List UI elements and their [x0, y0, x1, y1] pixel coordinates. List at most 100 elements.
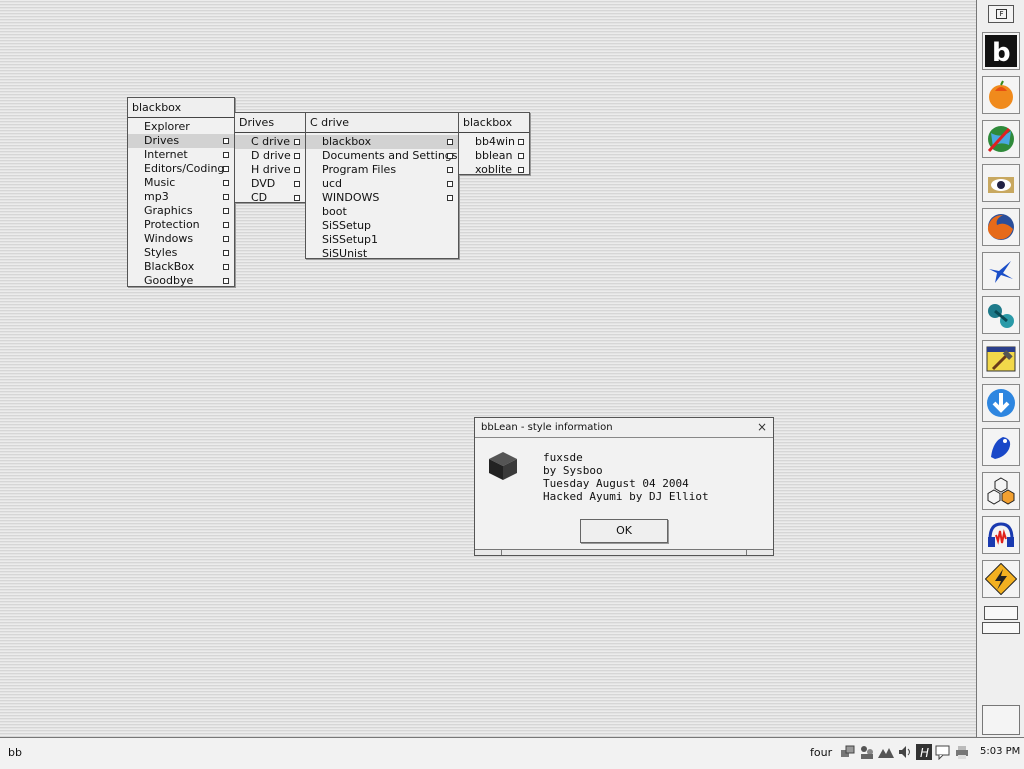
- menu-blackbox: blackbox Explorer Drives Internet Editor…: [127, 97, 235, 287]
- menu-item-graphics[interactable]: Graphics: [128, 204, 234, 218]
- menu-drives: Drives C drive D drive H drive DVD CD: [234, 112, 306, 205]
- submenu-indicator-icon: [294, 195, 300, 201]
- molecule-icon[interactable]: [982, 296, 1020, 334]
- menu-item-protection[interactable]: Protection: [128, 218, 234, 232]
- hammer-window-icon[interactable]: [982, 340, 1020, 378]
- menu-item-styles[interactable]: Styles: [128, 246, 234, 260]
- menu-item-sisunist[interactable]: SiSUnist: [306, 247, 458, 261]
- menu-item-bb4win[interactable]: bb4win: [459, 135, 529, 149]
- menu-item-cd[interactable]: CD: [235, 191, 305, 205]
- style-author: by Sysboo: [543, 464, 603, 477]
- printer-icon[interactable]: [954, 744, 970, 760]
- submenu-indicator-icon: [447, 181, 453, 187]
- style-information-dialog: bbLean - style information × fuxsde by S…: [474, 417, 774, 556]
- menu-item-windows-folder[interactable]: WINDOWS: [306, 191, 458, 205]
- menu-item-mp3[interactable]: mp3: [128, 190, 234, 204]
- workspace-name[interactable]: four: [810, 746, 832, 759]
- menu-item-documents-and-settings[interactable]: Documents and Settings: [306, 149, 458, 163]
- menu-item-label: Goodbye: [144, 274, 194, 287]
- menu-title[interactable]: blackbox: [128, 98, 234, 118]
- menu-item-label: Drives: [144, 134, 180, 147]
- menu-item-label: bb4win: [475, 135, 515, 148]
- menu-blackbox-folder: blackbox bb4win bblean xoblite: [458, 112, 530, 177]
- frog-icon[interactable]: [982, 428, 1020, 466]
- menu-item-boot[interactable]: boot: [306, 205, 458, 219]
- submenu-indicator-icon: [447, 139, 453, 145]
- close-icon[interactable]: ×: [757, 420, 767, 434]
- submenu-indicator-icon: [223, 250, 229, 256]
- menu-item-drives[interactable]: Drives: [128, 134, 234, 148]
- submenu-indicator-icon: [223, 264, 229, 270]
- menu-title[interactable]: Drives: [235, 113, 305, 133]
- menu-item-editors-coding[interactable]: Editors/Coding: [128, 162, 234, 176]
- menu-item-label: Program Files: [322, 163, 397, 176]
- firefox-icon[interactable]: [982, 208, 1020, 246]
- menu-item-dvd[interactable]: DVD: [235, 177, 305, 191]
- menu-item-label: BlackBox: [144, 260, 195, 273]
- ok-button[interactable]: OK: [580, 519, 668, 543]
- style-comment: Hacked Ayumi by DJ Elliot: [543, 490, 709, 503]
- globe-arrow-icon[interactable]: [982, 120, 1020, 158]
- submenu-indicator-icon: [223, 236, 229, 242]
- submenu-indicator-icon: [447, 195, 453, 201]
- submenu-indicator-icon: [223, 222, 229, 228]
- mountains-icon[interactable]: [878, 744, 894, 760]
- menu-item-blackbox[interactable]: BlackBox: [128, 260, 234, 274]
- menu-title[interactable]: blackbox: [459, 113, 529, 133]
- menu-item-goodbye[interactable]: Goodbye: [128, 274, 234, 288]
- dialog-title: bbLean - style information: [475, 418, 773, 438]
- headphones-audio-icon[interactable]: [982, 516, 1020, 554]
- submenu-indicator-icon: [223, 194, 229, 200]
- menu-item-program-files[interactable]: Program Files: [306, 163, 458, 177]
- cube-icon: [489, 452, 517, 480]
- submenu-indicator-icon: [223, 138, 229, 144]
- slit-window-icon-1[interactable]: [984, 606, 1018, 620]
- menu-item-label: Protection: [144, 218, 200, 231]
- download-arrow-icon[interactable]: [982, 384, 1020, 422]
- speaker-icon[interactable]: [897, 744, 913, 760]
- chat-icon[interactable]: [935, 744, 951, 760]
- people-icon[interactable]: [859, 744, 875, 760]
- menu-item-d-drive[interactable]: D drive: [235, 149, 305, 163]
- menu-title[interactable]: C drive: [306, 113, 458, 133]
- menu-item-sissetup[interactable]: SiSSetup: [306, 219, 458, 233]
- slit-toggle-label: F: [996, 9, 1007, 19]
- menu-item-music[interactable]: Music: [128, 176, 234, 190]
- menu-c-drive: C drive blackbox Documents and Settings …: [305, 112, 459, 261]
- submenu-indicator-icon: [223, 278, 229, 284]
- slit-empty-slot[interactable]: [982, 705, 1020, 735]
- menu-item-label: H drive: [251, 163, 291, 176]
- hexagon-icon[interactable]: [982, 472, 1020, 510]
- menu-item-explorer[interactable]: Explorer: [128, 120, 234, 134]
- menu-item-label: bblean: [475, 149, 513, 162]
- bird-icon[interactable]: [982, 252, 1020, 290]
- mango-fruit-icon[interactable]: [982, 76, 1020, 114]
- menu-item-windows[interactable]: Windows: [128, 232, 234, 246]
- menu-item-h-drive[interactable]: H drive: [235, 163, 305, 177]
- network-icon[interactable]: [840, 744, 856, 760]
- menu-item-sissetup1[interactable]: SiSSetup1: [306, 233, 458, 247]
- h-app-icon[interactable]: H: [916, 744, 932, 760]
- menu-item-xoblite[interactable]: xoblite: [459, 163, 529, 177]
- lightning-tile-icon[interactable]: [982, 560, 1020, 598]
- submenu-indicator-icon: [223, 180, 229, 186]
- clock[interactable]: 5:03 PM: [980, 746, 1020, 757]
- menu-item-label: DVD: [251, 177, 276, 190]
- menu-item-label: xoblite: [475, 163, 513, 176]
- eye-folder-icon[interactable]: [982, 164, 1020, 202]
- menu-item-blackbox-folder[interactable]: blackbox: [306, 135, 458, 149]
- menu-item-label: Graphics: [144, 204, 193, 217]
- submenu-indicator-icon: [223, 166, 229, 172]
- menu-item-ucd[interactable]: ucd: [306, 177, 458, 191]
- submenu-indicator-icon: [518, 139, 524, 145]
- menu-item-bblean[interactable]: bblean: [459, 149, 529, 163]
- menu-item-internet[interactable]: Internet: [128, 148, 234, 162]
- menu-item-label: D drive: [251, 149, 291, 162]
- slit-window-icon-2[interactable]: [982, 622, 1020, 634]
- toolbar-label[interactable]: bb: [8, 746, 22, 759]
- menu-item-c-drive[interactable]: C drive: [235, 135, 305, 149]
- submenu-indicator-icon: [294, 167, 300, 173]
- menu-item-label: Internet: [144, 148, 188, 161]
- slit-toggle-button[interactable]: F: [988, 5, 1014, 23]
- blackbox-icon[interactable]: b: [982, 32, 1020, 70]
